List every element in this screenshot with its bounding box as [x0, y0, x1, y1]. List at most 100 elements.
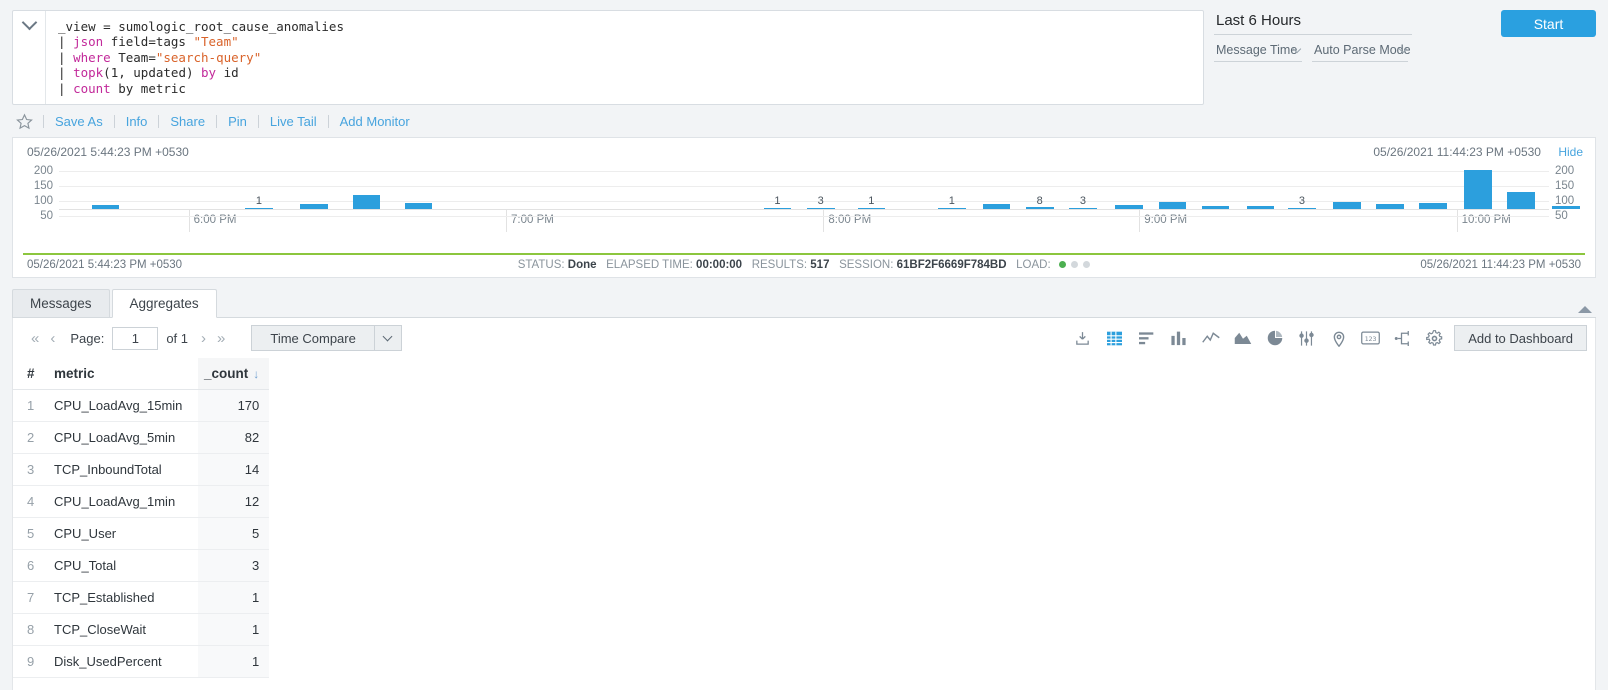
message-time-select[interactable]: Message Time: [1214, 41, 1302, 62]
histogram-chart[interactable]: 6:00 PM 7:00 PM 8:00 PM 9:00 PM 10:00 PM 50 5…: [21, 161, 1587, 253]
time-compare-dropdown-button[interactable]: [374, 325, 402, 352]
prev-page-icon[interactable]: ‹: [46, 331, 59, 346]
query-editor[interactable]: _view = sumologic_root_cause_anomalies | …: [12, 10, 1204, 106]
column-chart-icon[interactable]: [1169, 329, 1188, 348]
histogram-bar[interactable]: [857, 207, 886, 210]
column-header-count[interactable]: _count ↓: [198, 358, 270, 391]
histogram-bar-label: 8: [1036, 194, 1043, 207]
pin-link[interactable]: Pin: [217, 114, 258, 129]
histogram-bar[interactable]: [1332, 201, 1361, 210]
histogram-panel: 05/26/2021 5:44:23 PM +0530 05/26/2021 1…: [12, 137, 1596, 279]
load-dot-3: [1083, 261, 1091, 269]
parse-mode-select[interactable]: Auto Parse Mode: [1312, 41, 1411, 62]
gear-icon[interactable]: [1425, 329, 1444, 348]
line-chart-icon[interactable]: [1201, 329, 1220, 348]
y-axis-tick: 200: [33, 165, 53, 178]
histogram-start-time: 05/26/2021 5:44:23 PM +0530: [27, 145, 189, 160]
histogram-bar[interactable]: [1026, 207, 1054, 210]
gridline: [59, 216, 1549, 218]
histogram-bar[interactable]: [1201, 205, 1230, 210]
message-time-label: Message Time: [1216, 43, 1298, 57]
table-row[interactable]: 7 TCP_Established 1: [13, 581, 270, 615]
histogram-bar[interactable]: [1376, 203, 1404, 210]
add-monitor-link[interactable]: Add Monitor: [329, 114, 421, 129]
histogram-bar[interactable]: [1246, 206, 1275, 210]
histogram-bar[interactable]: [982, 203, 1011, 210]
table-row[interactable]: 8 TCP_CloseWait 1: [13, 613, 270, 647]
cell-index: 4: [13, 485, 48, 519]
column-header-metric[interactable]: metric: [48, 358, 198, 391]
arrow-down-icon: ↓: [253, 367, 260, 382]
save-as-link[interactable]: Save As: [44, 114, 114, 129]
cell-metric: Disk_UsedPercent: [48, 645, 198, 679]
histogram-bar[interactable]: [938, 207, 966, 210]
column-header-count-label: _count: [204, 366, 249, 382]
load-label: LOAD:: [1016, 259, 1051, 272]
histogram-bar[interactable]: [245, 207, 273, 210]
histogram-bar[interactable]: [404, 203, 433, 210]
node-graph-icon[interactable]: [1393, 329, 1412, 348]
horizontal-bar-chart-icon[interactable]: [1137, 329, 1156, 348]
y-axis-tick-right: 50: [1555, 210, 1568, 223]
histogram-bar[interactable]: [1551, 206, 1580, 210]
table-row[interactable]: 6 CPU_Total 3: [13, 549, 270, 583]
query-collapse-button[interactable]: [13, 11, 45, 104]
histogram-bar[interactable]: [1115, 205, 1143, 210]
single-value-icon[interactable]: 123: [1361, 329, 1381, 348]
share-link[interactable]: Share: [159, 114, 216, 129]
table-row[interactable]: 2 CPU_LoadAvg_5min 82: [13, 421, 270, 455]
histogram-bar[interactable]: [1507, 192, 1535, 210]
chevron-up-icon[interactable]: [1578, 306, 1592, 314]
area-chart-icon[interactable]: [1233, 329, 1252, 348]
map-pin-icon[interactable]: [1329, 329, 1348, 348]
pie-chart-icon[interactable]: [1265, 329, 1284, 348]
histogram-bar[interactable]: [1158, 202, 1187, 210]
last-page-icon[interactable]: »: [213, 331, 229, 346]
table-row[interactable]: 1 CPU_LoadAvg_15min 170: [13, 389, 270, 423]
histogram-x-axis: 6:00 PM 7:00 PM 8:00 PM 9:00 PM 10:00 PM: [59, 209, 1549, 233]
tab-aggregates[interactable]: Aggregates: [111, 289, 217, 319]
histogram-bar[interactable]: [1419, 202, 1447, 210]
tab-messages[interactable]: Messages: [12, 289, 110, 318]
query-text[interactable]: _view = sumologic_root_cause_anomalies | …: [45, 11, 1203, 105]
next-page-icon[interactable]: ›: [197, 331, 210, 346]
hide-histogram-link[interactable]: Hide: [1558, 145, 1583, 159]
table-row[interactable]: 4 CPU_LoadAvg_1min 12: [13, 485, 270, 519]
live-tail-link[interactable]: Live Tail: [259, 114, 328, 129]
info-link[interactable]: Info: [115, 114, 159, 129]
histogram-bar-label: 3: [1298, 195, 1306, 208]
histogram-footer: 05/26/2021 5:44:23 PM +0530 STATUS: Done…: [13, 255, 1595, 277]
histogram-bar[interactable]: [300, 203, 328, 210]
query-actions: Save As Info Share Pin Live Tail Add Mon…: [0, 105, 1608, 137]
histogram-bar[interactable]: [352, 195, 381, 210]
histogram-bar[interactable]: [1288, 207, 1316, 210]
export-icon[interactable]: [1073, 329, 1092, 348]
histogram-bar[interactable]: [91, 204, 120, 210]
time-compare-group: Time Compare: [251, 325, 402, 352]
load-indicator: [1057, 259, 1091, 271]
histogram-bar[interactable]: [763, 207, 792, 210]
page-input[interactable]: [112, 326, 159, 350]
star-icon[interactable]: [16, 113, 33, 130]
start-button[interactable]: Start: [1501, 10, 1596, 37]
histogram-bar[interactable]: [1464, 170, 1492, 210]
pagination: « ‹ Page: of 1 › »: [27, 326, 229, 350]
time-compare-button[interactable]: Time Compare: [251, 325, 375, 352]
box-plot-icon[interactable]: [1297, 329, 1316, 348]
histogram-plot-area[interactable]: 6:00 PM 7:00 PM 8:00 PM 9:00 PM 10:00 PM 50 5…: [34, 165, 1580, 233]
table-row[interactable]: 9 Disk_UsedPercent 1: [13, 645, 270, 679]
table-chart-icon[interactable]: [1105, 329, 1124, 348]
histogram-bar-label: 1: [774, 195, 781, 208]
table-row[interactable]: 5 CPU_User 5: [13, 517, 270, 551]
add-to-dashboard-button[interactable]: Add to Dashboard: [1454, 325, 1587, 352]
table-row[interactable]: 3 TCP_InboundTotal 14: [13, 453, 270, 487]
table-header-row: # metric _count ↓: [13, 358, 270, 391]
elapsed-label: ELAPSED TIME:: [606, 259, 693, 272]
histogram-bar[interactable]: [806, 207, 835, 210]
first-page-icon[interactable]: «: [27, 331, 43, 346]
cell-index: 8: [13, 613, 48, 647]
column-header-index[interactable]: #: [13, 358, 48, 391]
time-range-input[interactable]: Last 6 Hours: [1214, 10, 1412, 35]
histogram-bar[interactable]: [1069, 207, 1097, 210]
cell-count: 1: [198, 645, 270, 679]
